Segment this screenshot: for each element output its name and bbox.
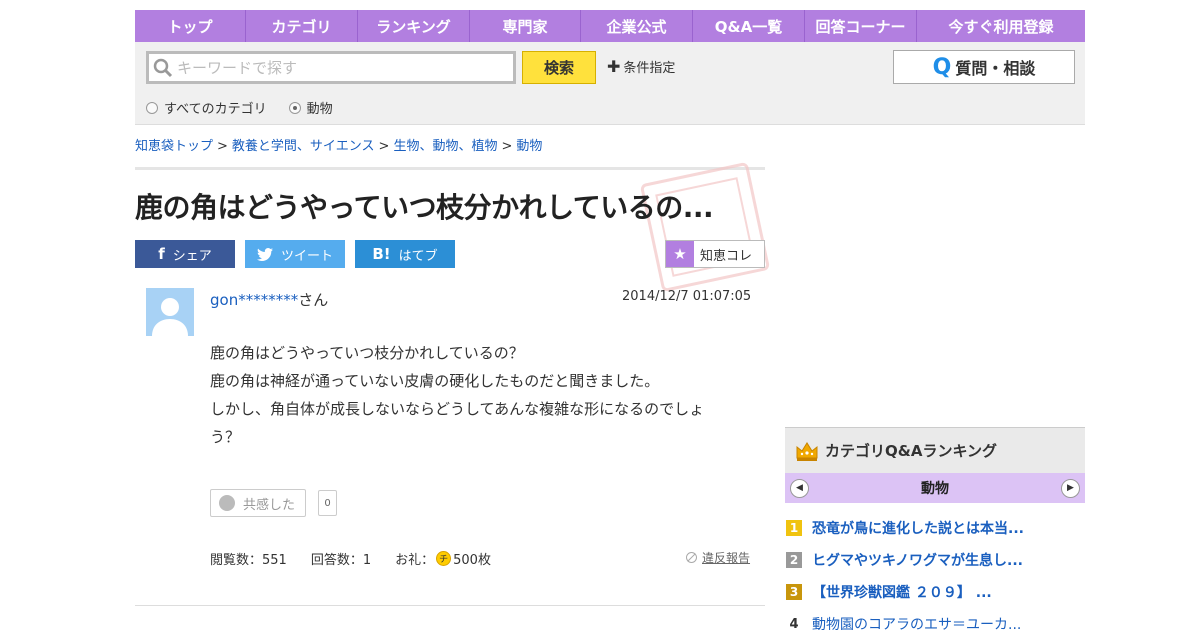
ranking-item-link[interactable]: 【世界珍獣図鑑 ２０９】 ... [812,582,992,602]
rank-badge: 3 [786,584,802,600]
chevron-left-icon[interactable]: ◀ [790,478,809,498]
ranking-item-link[interactable]: ヒグマやツキノワグマが生息し... [812,550,1023,570]
breadcrumb-animals[interactable]: 動物 [516,139,542,154]
search-icon [153,58,173,77]
smile-icon [219,495,235,511]
list-item[interactable]: 3 【世界珍獣図鑑 ２０９】 ... [785,576,1085,608]
coin-icon: チ [436,551,452,566]
divider [135,605,765,606]
breadcrumb-sep: > [217,139,228,154]
ranking-category: 動物 [921,481,949,497]
ban-icon [686,552,697,563]
question-title: 鹿の角はどうやっていつ枝分かれしているの... [135,191,714,224]
ranking-category-switcher: ◀ 動物 ▶ [785,473,1085,503]
empathy-count: 0 [318,490,337,516]
rank-badge: 2 [786,552,802,568]
nav-category[interactable]: カテゴリ [246,10,358,42]
hatena-icon: B! [372,245,391,263]
divider [135,167,765,170]
search-bar: 検索 ✚条件指定 Q質問・相談 すべてのカテゴリ 動物 [135,42,1085,125]
nav-register[interactable]: 今すぐ利用登録 [917,10,1085,42]
hatena-label: はてブ [398,248,438,264]
ranking-title: カテゴリQ&Aランキング [825,442,997,460]
question-line: 鹿の角は神経が通っていない皮膚の硬化したものだと聞きました。 [210,372,660,390]
report-label: 違反報告 [702,551,751,565]
twitter-bird-icon [256,247,273,261]
global-nav: トップ カテゴリ ランキング 専門家 企業公式 Q&A一覧 回答コーナー 今すぐ… [135,10,1085,42]
question-line: 鹿の角はどうやっていつ枝分かれしているの？ [210,344,524,362]
rank-badge: 1 [786,520,802,536]
chiekore-label: 知恵コレ [700,248,753,264]
rank-badge: 4 [789,616,799,630]
radio-all-categories[interactable]: すべてのカテゴリ [146,98,267,117]
plus-icon: ✚ [607,57,621,76]
breadcrumb-sep: > [501,139,513,154]
search-button[interactable]: 検索 [522,51,596,84]
reward-prefix: お礼： [395,553,435,568]
radio-label: すべてのカテゴリ [164,102,267,117]
question-line: う？ [210,428,241,446]
twitter-tweet-button[interactable]: ツイート [245,240,345,268]
report-link[interactable]: 違反報告 [686,549,750,566]
facebook-icon: f [158,245,165,263]
q-icon: Q [932,54,952,80]
question-stats: 閲覧数：551 回答数：1 お礼：チ 500枚 [210,549,515,568]
hatena-bookmark-button[interactable]: B! はてブ [355,240,455,268]
author-link[interactable]: gon******** [210,291,298,309]
search-box [146,51,516,84]
list-item[interactable]: 2 ヒグマやツキノワグマが生息し... [785,544,1085,576]
question-date: 2014/12/7 01:07:05 [622,289,752,304]
search-input[interactable] [177,58,497,77]
chevron-right-icon[interactable]: ▶ [1061,478,1080,498]
crown-icon [796,441,818,461]
question-body: 鹿の角はどうやっていつ枝分かれしているの？ 鹿の角は神経が通っていない皮膚の硬化… [210,339,750,451]
reward-value: 500枚 [453,553,491,568]
ranking-item-link[interactable]: 恐竜が鳥に進化した説とは本当... [812,518,1024,538]
radio-label: 動物 [306,102,333,117]
breadcrumb-biology[interactable]: 生物、動物、植物 [393,139,497,154]
star-icon: ★ [666,241,694,267]
author-suffix: さん [298,291,329,309]
conditions-link[interactable]: ✚ 条件指定 [607,57,675,76]
breadcrumb: 知恵袋トップ > 教養と学問、サイエンス > 生物、動物、植物 > 動物 [135,135,542,154]
conditions-label: 条件指定 [623,61,676,76]
category-ranking: カテゴリQ&Aランキング ◀ 動物 ▶ 1 恐竜が鳥に進化した説とは本当... 2… [785,427,1085,630]
ranking-header: カテゴリQ&Aランキング [785,427,1085,473]
tweet-label: ツイート [280,248,333,264]
radio-circle [146,101,158,114]
empathy-button[interactable]: 共感した [210,489,306,517]
ranking-item-link[interactable]: 動物園のコアラのエサ＝ユーカ... [812,614,1021,630]
ask-label: 質問・相談 [955,59,1036,78]
view-count: 閲覧数：551 [210,553,287,568]
nav-answer-corner[interactable]: 回答コーナー [805,10,917,42]
breadcrumb-sep: > [378,139,390,154]
ask-question-button[interactable]: Q 質問・相談 [893,50,1075,84]
chiekore-button[interactable]: ★ 知恵コレ [665,240,765,268]
user-silhouette-icon [152,298,188,336]
list-item[interactable]: 4 動物園のコアラのエサ＝ユーカ... [785,608,1085,630]
answer-count: 回答数：1 [310,553,372,568]
breadcrumb-science[interactable]: 教養と学問、サイエンス [232,139,375,154]
nav-ranking[interactable]: ランキング [358,10,470,42]
facebook-share-button[interactable]: f シェア [135,240,235,268]
category-radios: すべてのカテゴリ 動物 [146,98,355,117]
empathy-label: 共感した [243,497,296,513]
nav-official[interactable]: 企業公式 [581,10,693,42]
resolved-stamp-icon [639,161,771,293]
reward: お礼：チ 500枚 [395,549,491,568]
radio-circle-selected [288,101,301,114]
question-author: gon********さん [210,289,328,310]
breadcrumb-top[interactable]: 知恵袋トップ [135,139,213,154]
list-item[interactable]: 1 恐竜が鳥に進化した説とは本当... [785,512,1085,544]
radio-current-category[interactable]: 動物 [288,98,333,117]
nav-experts[interactable]: 専門家 [470,10,581,42]
ranking-list: 1 恐竜が鳥に進化した説とは本当... 2 ヒグマやツキノワグマが生息し... 3 【… [785,503,1085,630]
nav-qa-list[interactable]: Q&A一覧 [693,10,805,42]
nav-top[interactable]: トップ [135,10,246,42]
avatar[interactable] [146,288,194,336]
question-line: しかし、角自体が成長しないならどうしてあんな複雑な形になるのでしょ [210,400,705,418]
share-label: シェア [172,248,212,264]
